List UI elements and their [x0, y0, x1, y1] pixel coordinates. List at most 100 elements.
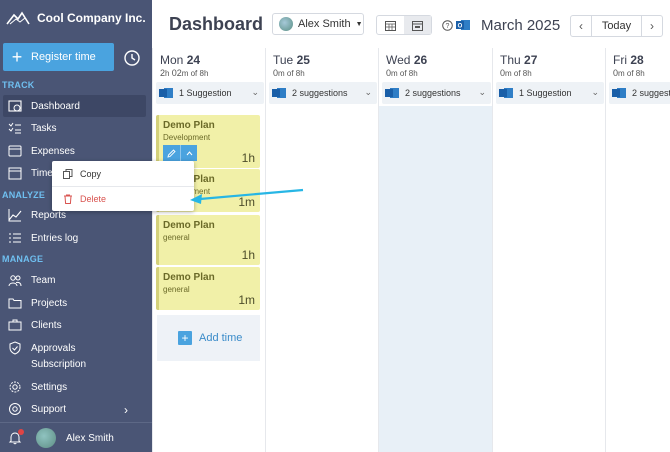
week-view-button[interactable]	[404, 16, 431, 34]
day-title: Thu 27	[500, 53, 538, 67]
sidebar-item-projects[interactable]: Projects	[3, 292, 146, 314]
suggestions-dropdown[interactable]: 2 suggestions	[609, 82, 670, 104]
chevron-down-icon: ⌄	[364, 87, 372, 97]
chevron-up-icon	[186, 150, 192, 155]
sidebar-item-label: Dashboard	[31, 100, 80, 112]
register-time-button[interactable]: + Register time	[3, 43, 114, 71]
section-manage: MANAGE	[2, 254, 44, 264]
outlook-icon	[385, 88, 399, 98]
add-time-label: Add time	[199, 332, 243, 344]
day-column-wed: Wed 26 0m of 8h 2 suggestions ⌄	[378, 48, 492, 452]
month-label: March 2025	[481, 17, 561, 34]
time-entry-card[interactable]: Demo Plan general 1h	[156, 215, 260, 265]
copy-menu-item[interactable]: Copy	[52, 162, 194, 186]
chevron-right-icon: ›	[124, 403, 128, 417]
today-button[interactable]: Today	[591, 16, 642, 36]
user-select[interactable]: Alex Smith ▼	[272, 13, 364, 35]
day-title: Mon 24	[160, 53, 201, 67]
chevron-down-icon: ⌄	[478, 87, 486, 97]
day-total: 2h 02m of 8h	[160, 68, 209, 78]
outlook-icon	[612, 88, 626, 98]
day-title: Tue 25	[273, 53, 310, 67]
avatar[interactable]	[36, 428, 56, 448]
chevron-down-icon: ⌄	[591, 87, 599, 97]
more-options-button[interactable]	[180, 145, 197, 161]
sidebar-item-label: Team	[31, 274, 56, 286]
caret-down-icon: ▼	[355, 20, 363, 28]
sidebar-item-settings[interactable]: Settings	[3, 376, 146, 398]
day-total: 0m of 8h	[613, 68, 645, 78]
projects-icon	[7, 296, 23, 310]
entry-subtitle: Development	[163, 133, 211, 142]
sidebar-item-label: Tasks	[31, 122, 57, 134]
support-icon	[7, 402, 23, 416]
suggestions-label: 2 suggestions	[292, 88, 348, 98]
sidebar-item-label: Entries log	[31, 232, 79, 244]
trash-icon	[62, 193, 74, 205]
sidebar-item-label: Subscription	[31, 358, 87, 370]
dashboard-icon	[7, 99, 23, 113]
sidebar-item-team[interactable]: Team	[3, 269, 146, 291]
suggestions-dropdown[interactable]: 1 Suggestion ⌄	[496, 82, 604, 104]
sidebar: Cool Company Inc. + Register time TRACK …	[0, 0, 152, 452]
time-entry-card[interactable]: Demo Plan general 1m	[156, 267, 260, 310]
month-view-button[interactable]	[377, 16, 404, 34]
suggestions-dropdown[interactable]: 2 suggestions ⌄	[382, 82, 491, 104]
sidebar-item-entries-log[interactable]: Entries log	[3, 227, 146, 249]
chevron-left-icon[interactable]: ‹	[571, 16, 591, 36]
svg-text:O: O	[458, 24, 463, 30]
sidebar-item-support[interactable]: Support ›	[3, 398, 146, 420]
outlook-icon	[272, 88, 286, 98]
entry-title: Demo Plan	[163, 272, 215, 283]
calendar-grid-icon	[385, 20, 396, 31]
company-logo-icon	[6, 11, 30, 25]
settings-icon	[7, 380, 23, 394]
team-icon	[7, 273, 23, 287]
calendar-week-icon	[412, 20, 423, 31]
entry-title: Demo Plan	[163, 120, 215, 131]
day-column-tue: Tue 25 0m of 8h 2 suggestions ⌄	[265, 48, 378, 452]
entry-subtitle: general	[163, 285, 190, 294]
clock-icon[interactable]	[122, 48, 142, 68]
entry-duration: 1h	[241, 248, 255, 262]
company-name: Cool Company Inc.	[37, 11, 146, 25]
suggestions-dropdown[interactable]: 2 suggestions ⌄	[269, 82, 377, 104]
timesheet-icon	[7, 166, 23, 180]
day-header: Thu 27 0m of 8h 1 Suggestion ⌄	[493, 48, 605, 106]
sidebar-footer: Alex Smith	[0, 422, 152, 452]
day-total: 0m of 8h	[273, 68, 305, 78]
pencil-icon	[167, 148, 176, 158]
sidebar-item-label: Clients	[31, 319, 62, 331]
add-time-button[interactable]: + Add time	[157, 315, 260, 361]
brand[interactable]: Cool Company Inc.	[0, 0, 152, 38]
notification-badge	[18, 429, 24, 435]
suggestions-label: 1 Suggestion	[179, 88, 232, 98]
context-menu: Copy Delete	[52, 161, 194, 211]
delete-menu-item[interactable]: Delete	[52, 187, 194, 211]
delete-label: Delete	[80, 194, 107, 204]
page-title: Dashboard	[169, 14, 264, 34]
plus-icon: +	[178, 331, 192, 345]
outlook-icon	[499, 88, 513, 98]
sidebar-item-clients[interactable]: Clients	[3, 314, 146, 336]
edit-button[interactable]	[163, 145, 180, 161]
help-icon[interactable]: ?	[442, 20, 453, 31]
expenses-icon	[7, 144, 23, 158]
sidebar-item-dashboard[interactable]: Dashboard	[3, 95, 146, 117]
sidebar-item-label: Reports	[31, 209, 67, 221]
outlook-icon[interactable]: O	[456, 18, 470, 32]
sidebar-item-expenses[interactable]: Expenses	[3, 140, 146, 162]
tasks-icon	[7, 121, 23, 135]
svg-text:?: ?	[446, 23, 450, 30]
chevron-right-icon[interactable]: ›	[642, 16, 662, 36]
sidebar-item-subscription[interactable]: Subscription	[3, 353, 146, 375]
copy-label: Copy	[80, 169, 102, 179]
day-header: Wed 26 0m of 8h 2 suggestions ⌄	[379, 48, 492, 106]
sidebar-item-tasks[interactable]: Tasks	[3, 117, 146, 139]
day-title: Wed 26	[386, 53, 428, 67]
suggestions-dropdown[interactable]: 1 Suggestion ⌄	[156, 82, 264, 104]
sidebar-item-label: Support	[31, 403, 67, 415]
chevron-down-icon: ⌄	[251, 87, 259, 97]
footer-user-name[interactable]: Alex Smith	[66, 433, 114, 444]
entries-log-icon	[7, 231, 23, 245]
